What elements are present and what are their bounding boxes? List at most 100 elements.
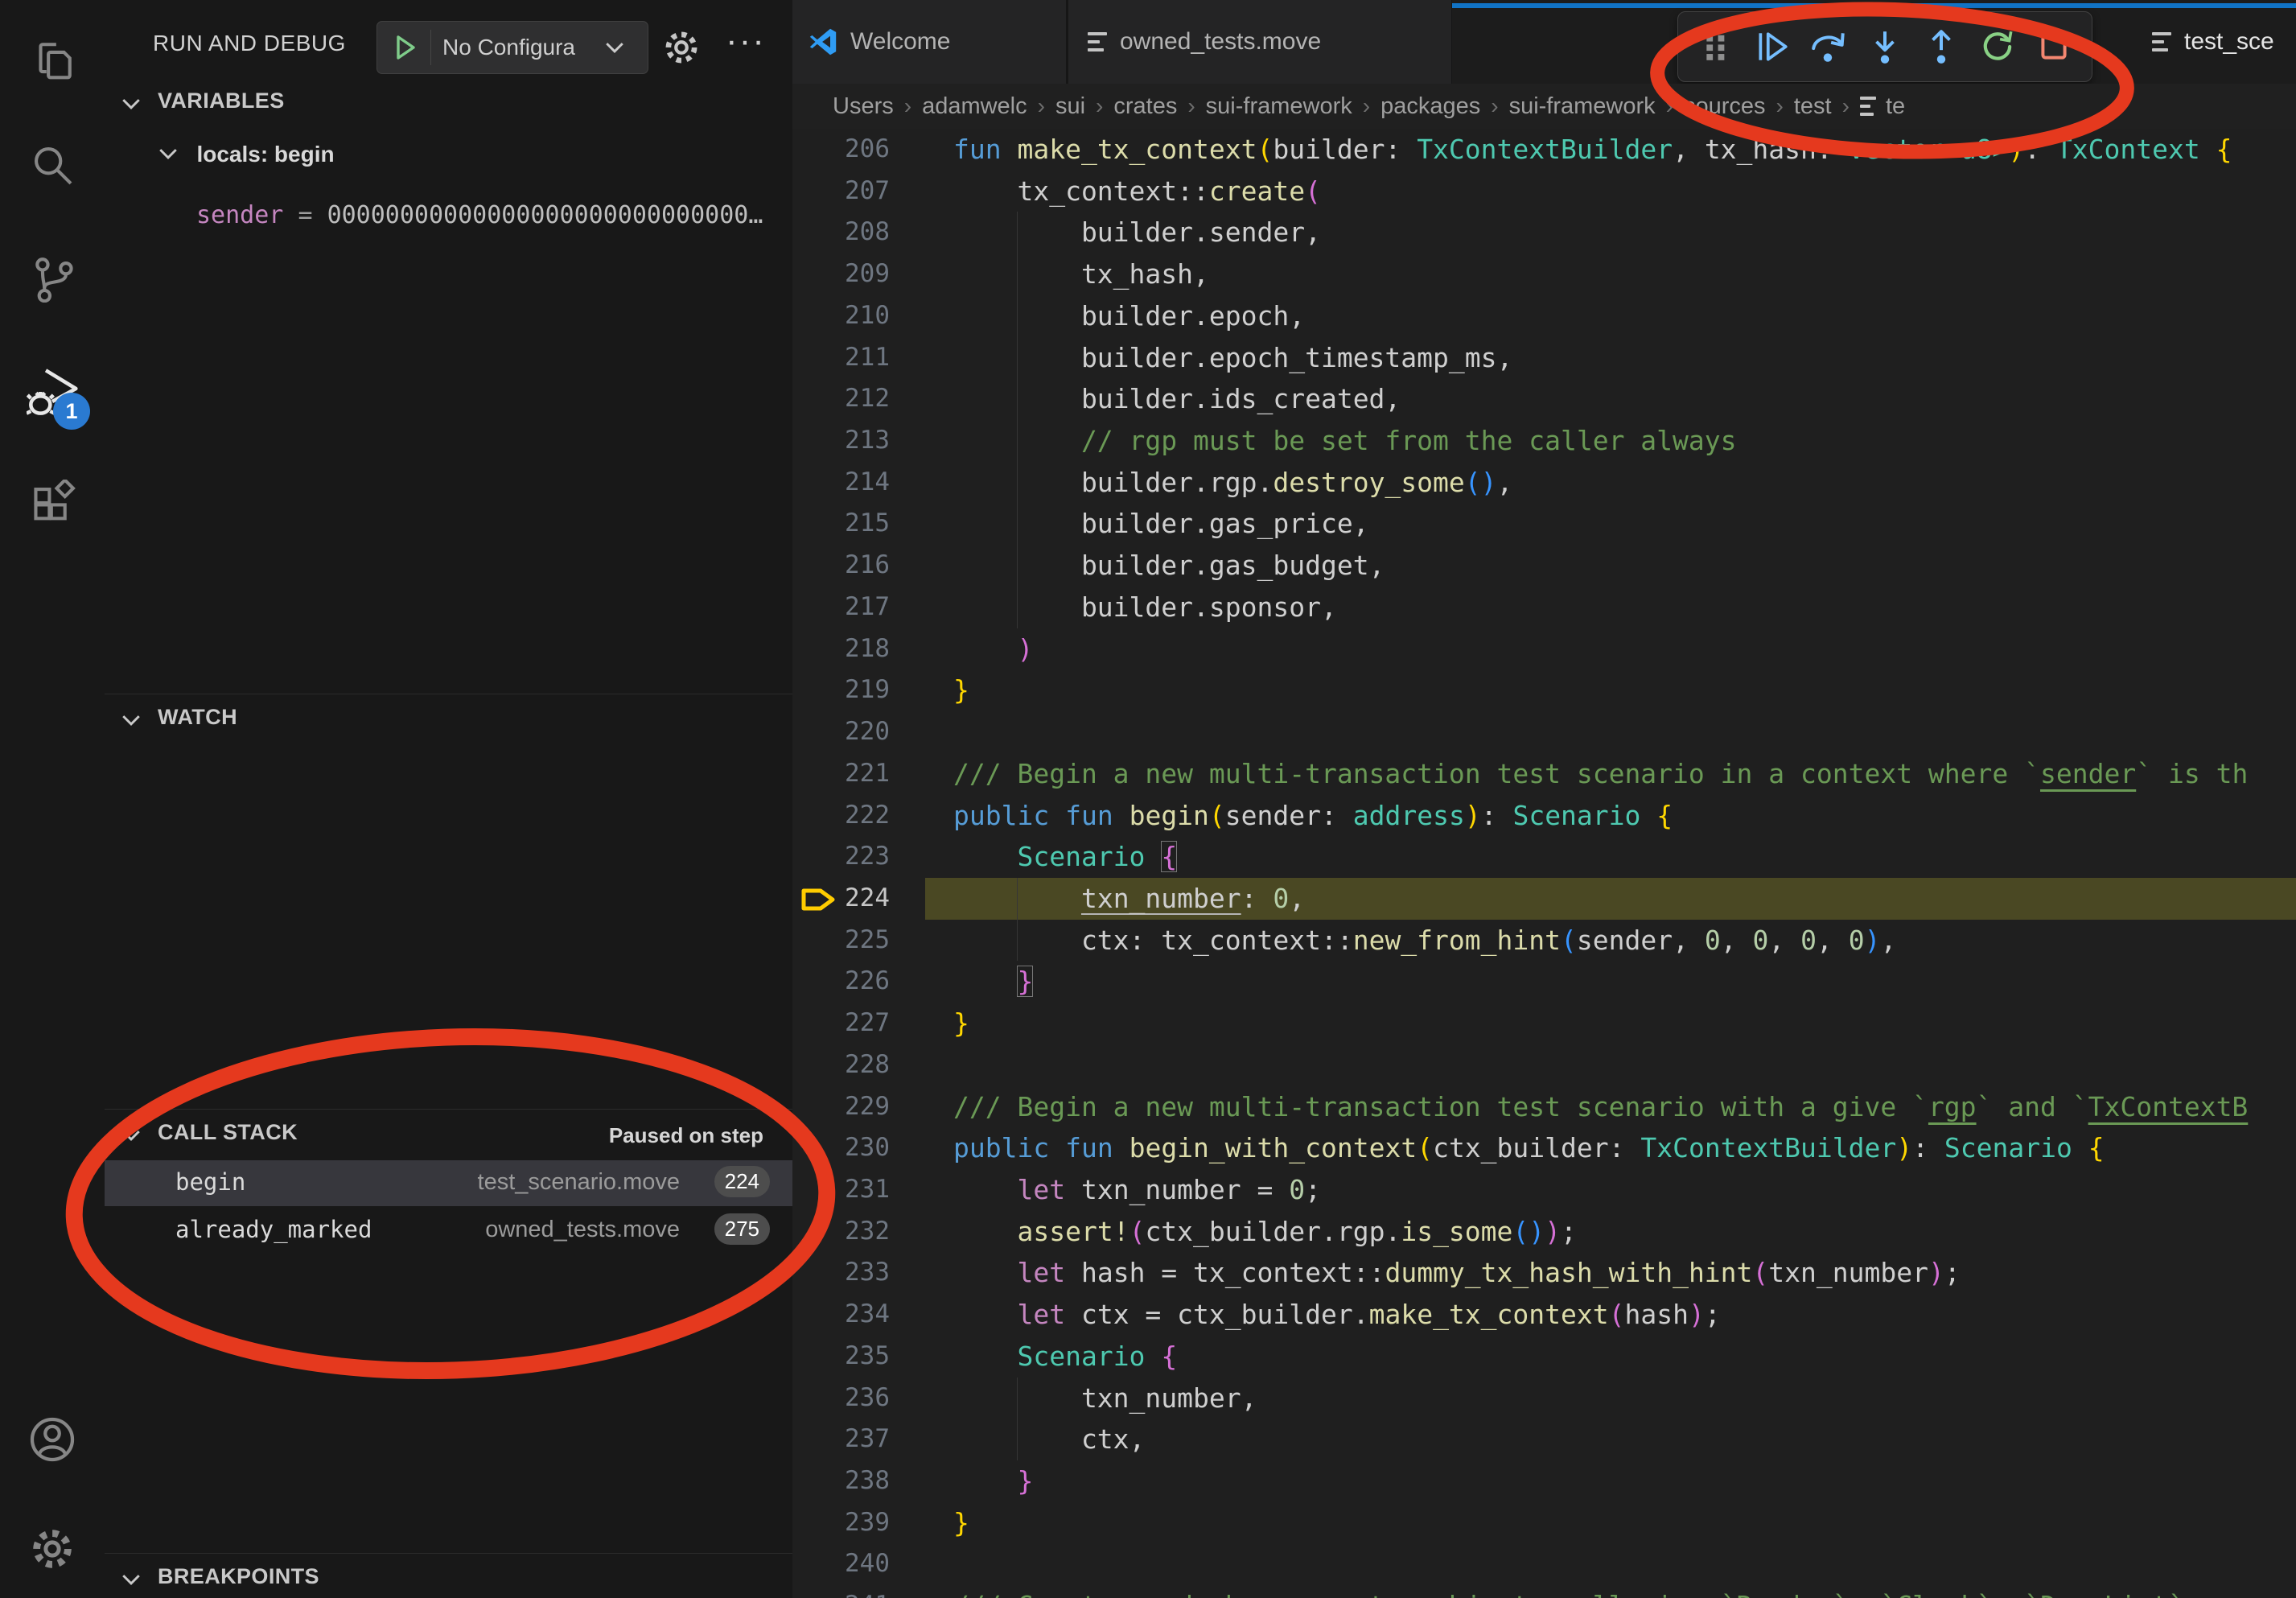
- call-stack-frame[interactable]: already_marked owned_tests.move 275: [105, 1208, 792, 1254]
- code-text[interactable]: assert!(ctx_builder.rgp.is_some());: [953, 1211, 1577, 1253]
- code-text[interactable]: public fun begin_with_context(ctx_builde…: [953, 1127, 2105, 1169]
- line-number[interactable]: 220: [792, 711, 925, 753]
- code-line[interactable]: 215 builder.gas_price,: [792, 503, 2296, 545]
- line-number[interactable]: 217: [792, 587, 925, 628]
- code-text[interactable]: Scenario {: [953, 836, 1177, 878]
- code-line[interactable]: 214 builder.rgp.destroy_some(),: [792, 462, 2296, 504]
- line-number[interactable]: 211: [792, 337, 925, 379]
- code-line[interactable]: 207 tx_context::create(: [792, 171, 2296, 212]
- code-line[interactable]: 230 public fun begin_with_context(ctx_bui…: [792, 1127, 2296, 1169]
- code-text[interactable]: ctx: tx_context::new_from_hint(sender, 0…: [953, 920, 1896, 962]
- code-line[interactable]: 218 ): [792, 628, 2296, 670]
- code-text[interactable]: ): [953, 628, 1033, 670]
- extensions-icon[interactable]: [0, 459, 105, 547]
- line-number[interactable]: 215: [792, 503, 925, 545]
- line-number[interactable]: 214: [792, 462, 925, 504]
- code-line[interactable]: 226 }: [792, 961, 2296, 1003]
- line-number[interactable]: 227: [792, 1003, 925, 1044]
- code-line[interactable]: 237 ctx,: [792, 1419, 2296, 1460]
- breadcrumb-item[interactable]: packages: [1380, 93, 1480, 120]
- code-line[interactable]: 208 builder.sender,: [792, 212, 2296, 253]
- line-number[interactable]: 230: [792, 1127, 925, 1169]
- line-number[interactable]: 216: [792, 545, 925, 587]
- code-line[interactable]: 219}: [792, 669, 2296, 711]
- code-text[interactable]: /// Begin a new multi-transaction test s…: [953, 1086, 2248, 1128]
- line-number[interactable]: 222: [792, 795, 925, 837]
- code-text[interactable]: }: [953, 961, 1033, 1003]
- breadcrumb-item[interactable]: sui: [1055, 93, 1085, 120]
- code-line[interactable]: 223 Scenario {: [792, 836, 2296, 878]
- code-line[interactable]: 220: [792, 711, 2296, 753]
- line-number[interactable]: 233: [792, 1252, 925, 1294]
- explorer-icon[interactable]: [0, 18, 105, 106]
- continue-icon[interactable]: [1751, 23, 1794, 71]
- code-line[interactable]: 221/// Begin a new multi-transaction tes…: [792, 753, 2296, 795]
- breadcrumb-item[interactable]: test: [1794, 93, 1832, 120]
- code-line[interactable]: 227}: [792, 1003, 2296, 1044]
- code-line[interactable]: 212 builder.ids_created,: [792, 378, 2296, 420]
- account-icon[interactable]: [0, 1395, 105, 1484]
- locals-scope-row[interactable]: locals: begin: [158, 142, 335, 167]
- code-text[interactable]: }: [953, 669, 969, 711]
- breadcrumb[interactable]: Users›adamwelc›sui›crates›sui-framework›…: [792, 84, 2296, 129]
- code-text[interactable]: Scenario {: [953, 1336, 1177, 1378]
- code-line[interactable]: 210 builder.epoch,: [792, 295, 2296, 337]
- more-actions-icon[interactable]: ···: [726, 21, 766, 61]
- line-number[interactable]: 239: [792, 1502, 925, 1544]
- code-line[interactable]: 238 }: [792, 1460, 2296, 1502]
- line-number[interactable]: 225: [792, 920, 925, 962]
- code-text[interactable]: fun make_tx_context(builder: TxContextBu…: [953, 129, 2232, 171]
- breadcrumb-item[interactable]: sui-framework: [1206, 93, 1352, 120]
- call-stack-section-header[interactable]: CALL STACK Paused on step: [105, 1115, 792, 1155]
- code-line[interactable]: 241/// Creates and shares system objects…: [792, 1585, 2296, 1598]
- code-text[interactable]: builder.rgp.destroy_some(),: [953, 462, 1512, 504]
- code-line[interactable]: 224 txn_number: 0,: [792, 878, 2296, 920]
- code-text[interactable]: let hash = tx_context::dummy_tx_hash_wit…: [953, 1252, 1961, 1294]
- line-number[interactable]: 229: [792, 1086, 925, 1128]
- code-line[interactable]: 216 builder.gas_budget,: [792, 545, 2296, 587]
- line-number[interactable]: 218: [792, 628, 925, 670]
- line-number[interactable]: 207: [792, 171, 925, 212]
- line-number[interactable]: 231: [792, 1169, 925, 1211]
- line-number[interactable]: 206: [792, 129, 925, 171]
- code-text[interactable]: let ctx = ctx_builder.make_tx_context(ha…: [953, 1294, 1721, 1336]
- step-out-icon[interactable]: [1920, 23, 1963, 71]
- breakpoints-section-header[interactable]: BREAKPOINTS: [105, 1559, 792, 1598]
- code-line[interactable]: 228: [792, 1044, 2296, 1086]
- code-text[interactable]: builder.sender,: [953, 212, 1321, 253]
- code-text[interactable]: tx_hash,: [953, 253, 1209, 295]
- code-text[interactable]: }: [953, 1502, 969, 1544]
- line-number[interactable]: 238: [792, 1460, 925, 1502]
- line-number[interactable]: 219: [792, 669, 925, 711]
- breadcrumb-item[interactable]: sui-framework: [1509, 93, 1656, 120]
- code-text[interactable]: builder.gas_price,: [953, 503, 1369, 545]
- code-text[interactable]: txn_number,: [953, 1378, 1257, 1419]
- code-line[interactable]: 209 tx_hash,: [792, 253, 2296, 295]
- code-line[interactable]: 211 builder.epoch_timestamp_ms,: [792, 337, 2296, 379]
- variable-row[interactable]: sender = 00000000000000000000000000000…: [196, 201, 784, 229]
- code-text[interactable]: builder.epoch,: [953, 295, 1305, 337]
- code-text[interactable]: ctx,: [953, 1419, 1145, 1460]
- line-number[interactable]: 228: [792, 1044, 925, 1086]
- breadcrumb-file[interactable]: te: [1886, 93, 1905, 120]
- run-and-debug-icon[interactable]: 1: [0, 348, 105, 436]
- line-number[interactable]: 241: [792, 1585, 925, 1598]
- code-text[interactable]: txn_number: 0,: [953, 878, 1305, 920]
- code-text[interactable]: public fun begin(sender: address): Scena…: [953, 795, 1673, 837]
- breadcrumb-item[interactable]: Users: [833, 93, 894, 120]
- start-debug-icon[interactable]: [389, 31, 421, 64]
- code-line[interactable]: 231 let txn_number = 0;: [792, 1169, 2296, 1211]
- call-stack-frame[interactable]: begin test_scenario.move 224: [105, 1160, 792, 1206]
- line-number[interactable]: 213: [792, 420, 925, 462]
- code-text[interactable]: }: [953, 1460, 1033, 1502]
- line-number[interactable]: 221: [792, 753, 925, 795]
- restart-icon[interactable]: [1976, 23, 2019, 71]
- line-number[interactable]: 226: [792, 961, 925, 1003]
- code-text[interactable]: tx_context::create(: [953, 171, 1321, 212]
- variables-section-header[interactable]: VARIABLES: [105, 84, 792, 124]
- gripper-icon[interactable]: [1694, 23, 1738, 71]
- line-number[interactable]: 212: [792, 378, 925, 420]
- code-line[interactable]: 234 let ctx = ctx_builder.make_tx_contex…: [792, 1294, 2296, 1336]
- code-line[interactable]: 222 public fun begin(sender: address): Sc…: [792, 795, 2296, 837]
- breadcrumb-item[interactable]: sources: [1684, 93, 1766, 120]
